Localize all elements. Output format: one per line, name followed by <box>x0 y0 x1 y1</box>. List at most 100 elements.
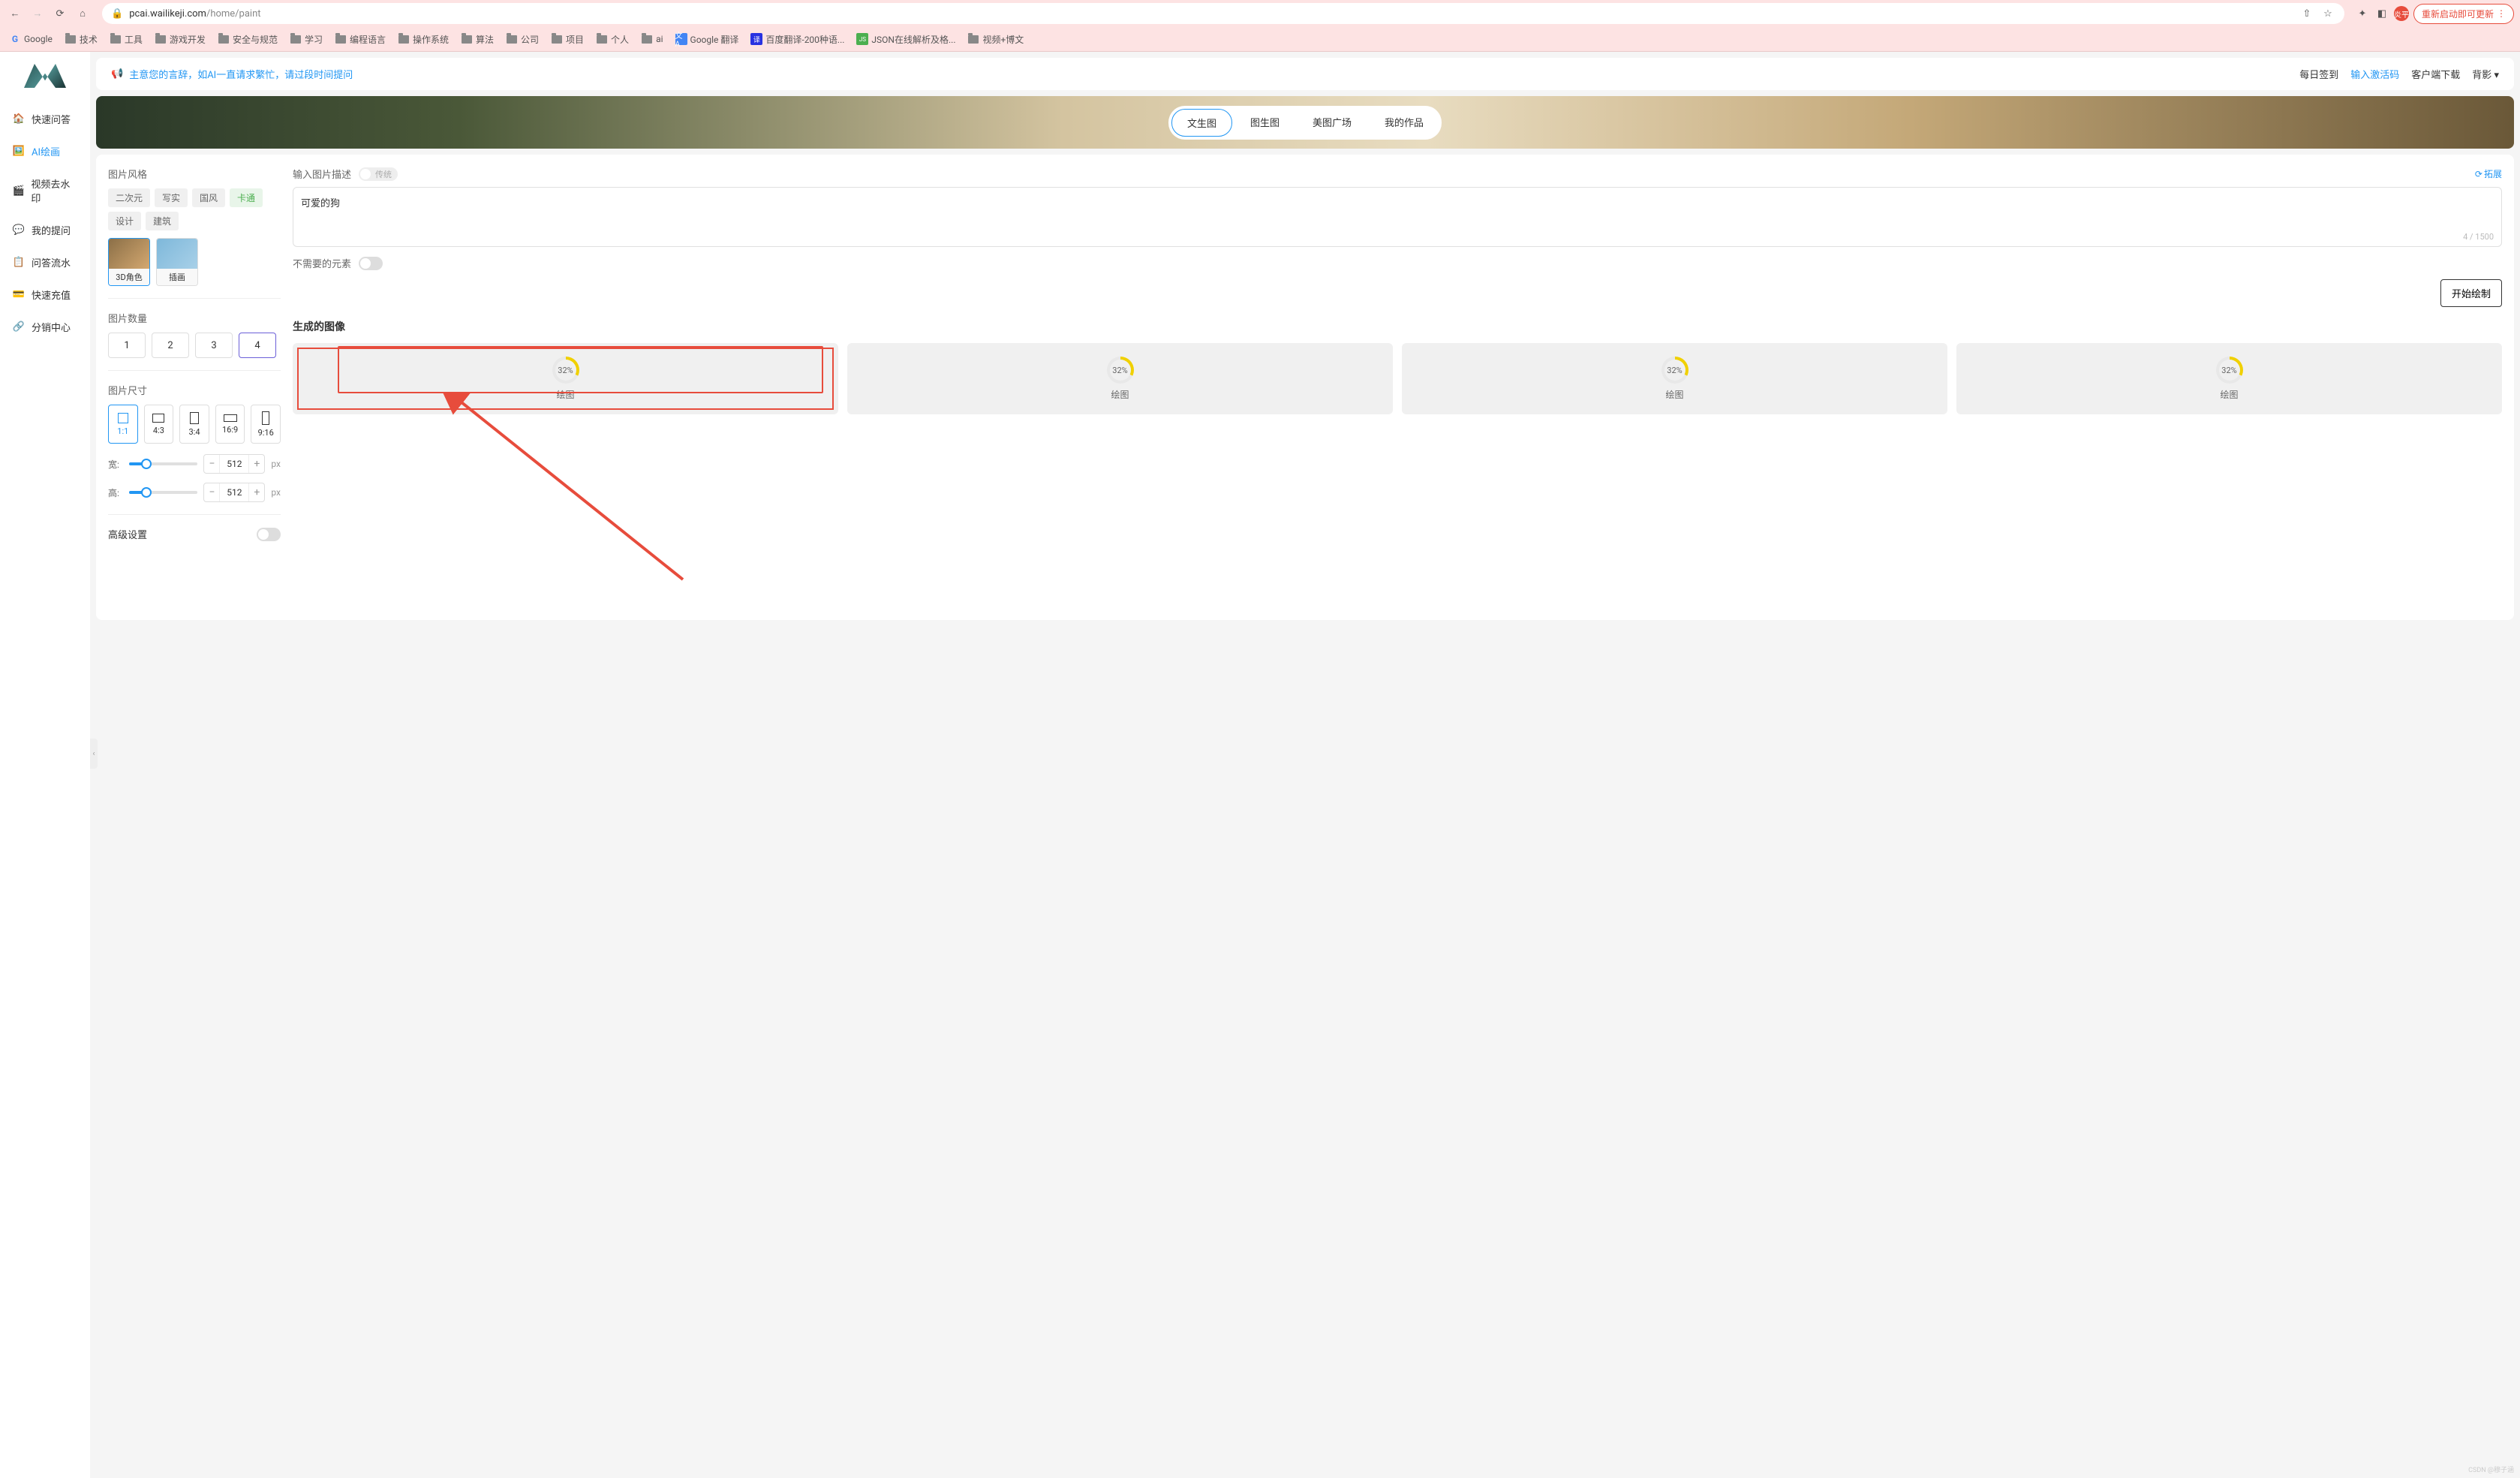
progress-ring: 32% <box>2216 357 2243 384</box>
share-icon[interactable]: ⇧ <box>2299 6 2314 21</box>
activate-link[interactable]: 输入激活码 <box>2350 67 2399 81</box>
ratio-btn-1:1[interactable]: 1:1 <box>108 405 138 444</box>
height-label: 高: <box>108 486 123 499</box>
bookmark-label: JSON在线解析及格... <box>871 33 955 46</box>
style-card-3D角色[interactable]: 3D角色 <box>108 238 150 286</box>
height-slider[interactable] <box>129 491 197 494</box>
reload-button[interactable]: ⟳ <box>51 5 69 23</box>
bookmark-JSON在线解析及格...[interactable]: JSJSON在线解析及格... <box>856 33 955 46</box>
plus-icon[interactable]: + <box>249 483 264 501</box>
minus-icon[interactable]: − <box>204 455 219 473</box>
update-button[interactable]: 重新启动即可更新⋮ <box>2413 4 2514 24</box>
download-link[interactable]: 客户端下载 <box>2411 67 2460 81</box>
profile-avatar[interactable]: 炎平 <box>2394 6 2409 21</box>
style-tag-二次元[interactable]: 二次元 <box>108 188 150 207</box>
panel-icon[interactable]: ◧ <box>2374 6 2389 21</box>
mode-toggle[interactable]: 传统 <box>359 167 398 181</box>
checkin-link[interactable]: 每日签到 <box>2299 67 2338 81</box>
sidebar-collapse-handle[interactable]: ‹ <box>90 739 98 769</box>
bookmark-视频+博文[interactable]: 视频+博文 <box>967 33 1024 46</box>
bookmark-百度翻译-200种语...[interactable]: 译百度翻译-200种语... <box>750 33 844 46</box>
height-stepper[interactable]: − 512 + <box>203 483 265 502</box>
bookmark-公司[interactable]: 公司 <box>506 33 539 46</box>
style-cards: 3D角色插画 <box>108 238 281 286</box>
count-btn-1[interactable]: 1 <box>108 333 146 358</box>
tab-我的作品[interactable]: 我的作品 <box>1370 109 1439 137</box>
folder-icon <box>641 33 653 45</box>
tab-美图广场[interactable]: 美图广场 <box>1298 109 1367 137</box>
neg-toggle[interactable] <box>359 257 383 270</box>
video-icon: 🎬 <box>12 184 25 197</box>
sidebar-item-6[interactable]: 🔗分销中心 <box>0 311 90 343</box>
bookmark-游戏开发[interactable]: 游戏开发 <box>155 33 206 46</box>
bookmark-Google 翻译[interactable]: 文AGoogle 翻译 <box>675 33 739 46</box>
home-button[interactable]: ⌂ <box>74 5 92 23</box>
ratio-btn-4:3[interactable]: 4:3 <box>144 405 174 444</box>
app-logo <box>24 64 66 88</box>
style-tag-建筑[interactable]: 建筑 <box>146 212 179 230</box>
sidebar-item-4[interactable]: 📋问答流水 <box>0 246 90 278</box>
prompt-input[interactable]: 可爱的狗 4 / 1500 <box>293 187 2502 247</box>
style-tag-国风[interactable]: 国风 <box>192 188 225 207</box>
count-btn-2[interactable]: 2 <box>152 333 189 358</box>
sidebar-item-label: AI绘画 <box>32 144 60 158</box>
width-stepper[interactable]: − 512 + <box>203 454 265 474</box>
ratio-shape-icon <box>224 414 237 422</box>
tab-图生图[interactable]: 图生图 <box>1235 109 1295 137</box>
height-row: 高: − 512 + px <box>108 483 281 502</box>
star-icon[interactable]: ☆ <box>2320 6 2335 21</box>
count-btn-3[interactable]: 3 <box>195 333 233 358</box>
bookmark-技术[interactable]: 技术 <box>65 33 98 46</box>
folder-icon <box>967 33 979 45</box>
sidebar-item-1[interactable]: 🖼️AI绘画 <box>0 135 90 167</box>
count-btn-4[interactable]: 4 <box>239 333 276 358</box>
style-card-thumb <box>109 239 149 269</box>
width-slider[interactable] <box>129 462 197 465</box>
bookmark-项目[interactable]: 项目 <box>551 33 584 46</box>
theme-dropdown[interactable]: 背影 ▾ <box>2472 67 2499 81</box>
url-bar[interactable]: 🔒 pcai.wailikeji.com/home/paint ⇧ ☆ <box>102 3 2344 24</box>
sidebar-item-3[interactable]: 💬我的提问 <box>0 214 90 246</box>
progress-text: 32% <box>558 366 573 375</box>
bookmark-算法[interactable]: 算法 <box>461 33 494 46</box>
bookmark-ai[interactable]: ai <box>641 33 663 45</box>
ratio-shape-icon <box>118 413 128 423</box>
bookmark-操作系统[interactable]: 操作系统 <box>398 33 449 46</box>
ratio-btn-3:4[interactable]: 3:4 <box>179 405 209 444</box>
minus-icon[interactable]: − <box>204 483 219 501</box>
bookmark-Google[interactable]: GGoogle <box>9 33 53 45</box>
bookmark-工具[interactable]: 工具 <box>110 33 143 46</box>
sidebar-item-2[interactable]: 🎬视频去水印 <box>0 167 90 214</box>
bookmark-学习[interactable]: 学习 <box>290 33 323 46</box>
neg-label: 不需要的元素 <box>293 256 351 270</box>
extensions-icon[interactable]: ✦ <box>2355 6 2370 21</box>
browser-toolbar: ← → ⟳ ⌂ 🔒 pcai.wailikeji.com/home/paint … <box>0 0 2520 27</box>
ratio-label: 3:4 <box>188 427 200 437</box>
back-button[interactable]: ← <box>6 5 24 23</box>
folder-icon <box>461 33 473 45</box>
gen-card-label: 绘图 <box>1111 388 1129 401</box>
plus-icon[interactable]: + <box>249 455 264 473</box>
folder-icon <box>65 33 77 45</box>
bookmark-label: 项目 <box>566 33 584 46</box>
forward-button[interactable]: → <box>29 5 47 23</box>
start-button[interactable]: 开始绘制 <box>2440 279 2502 307</box>
bookmark-编程语言[interactable]: 编程语言 <box>335 33 386 46</box>
advanced-toggle[interactable] <box>257 528 281 541</box>
bookmark-安全与规范[interactable]: 安全与规范 <box>218 33 278 46</box>
ratio-btn-16:9[interactable]: 16:9 <box>215 405 245 444</box>
expand-link[interactable]: ⟳ 拓展 <box>2475 167 2502 180</box>
style-card-插画[interactable]: 插画 <box>156 238 198 286</box>
style-tag-写实[interactable]: 写实 <box>155 188 188 207</box>
style-tag-卡通[interactable]: 卡通 <box>230 188 263 207</box>
bookmark-个人[interactable]: 个人 <box>596 33 629 46</box>
ratio-btn-9:16[interactable]: 9:16 <box>251 405 281 444</box>
style-tag-设计[interactable]: 设计 <box>108 212 141 230</box>
divider <box>108 370 281 371</box>
tab-文生图[interactable]: 文生图 <box>1171 109 1232 137</box>
url-text: pcai.wailikeji.com/home/paint <box>129 8 2293 20</box>
sidebar-item-5[interactable]: 💳快速充值 <box>0 278 90 311</box>
bookmark-label: Google 翻译 <box>690 33 739 46</box>
size-label: 图片尺寸 <box>108 383 281 397</box>
sidebar-item-0[interactable]: 🏠快速问答 <box>0 103 90 135</box>
